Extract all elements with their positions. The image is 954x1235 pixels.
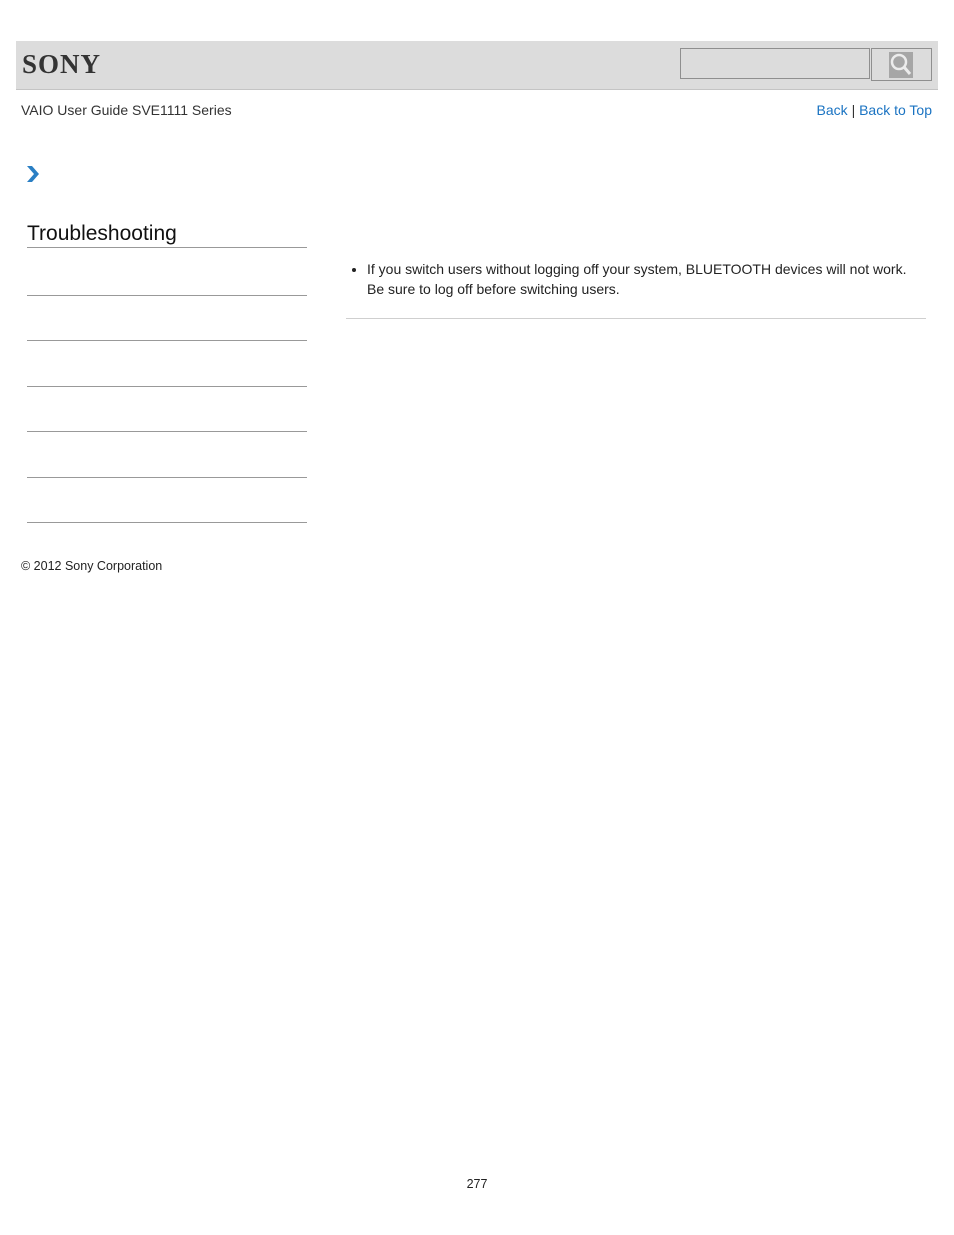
- guide-title: VAIO User Guide SVE1111 Series: [21, 102, 232, 118]
- chevron-right-icon[interactable]: [26, 165, 40, 183]
- content-divider: [346, 318, 926, 319]
- sidebar-item[interactable]: [27, 522, 307, 523]
- magnifier-icon: [889, 52, 913, 78]
- sidebar-item[interactable]: [27, 295, 307, 296]
- back-link[interactable]: Back: [817, 102, 848, 118]
- copyright: © 2012 Sony Corporation: [21, 559, 163, 573]
- search-input[interactable]: [680, 48, 870, 79]
- sidebar-item[interactable]: [27, 477, 307, 478]
- sidebar-item[interactable]: [27, 431, 307, 432]
- nav-separator: |: [851, 102, 856, 118]
- search-button[interactable]: [871, 48, 932, 81]
- bullet-item: If you switch users without logging off …: [367, 259, 926, 299]
- sidebar-item[interactable]: [27, 340, 307, 341]
- header-bar: SONY: [16, 41, 938, 90]
- back-to-top-link[interactable]: Back to Top: [859, 102, 932, 118]
- bullet-list: If you switch users without logging off …: [346, 259, 926, 299]
- sidebar-item[interactable]: [27, 386, 307, 387]
- content-area: If you switch users without logging off …: [346, 259, 926, 299]
- nav-links: Back | Back to Top: [817, 102, 932, 118]
- sony-logo: SONY: [22, 49, 102, 79]
- page-number: 277: [466, 1177, 488, 1191]
- sidebar-title: Troubleshooting: [27, 222, 307, 248]
